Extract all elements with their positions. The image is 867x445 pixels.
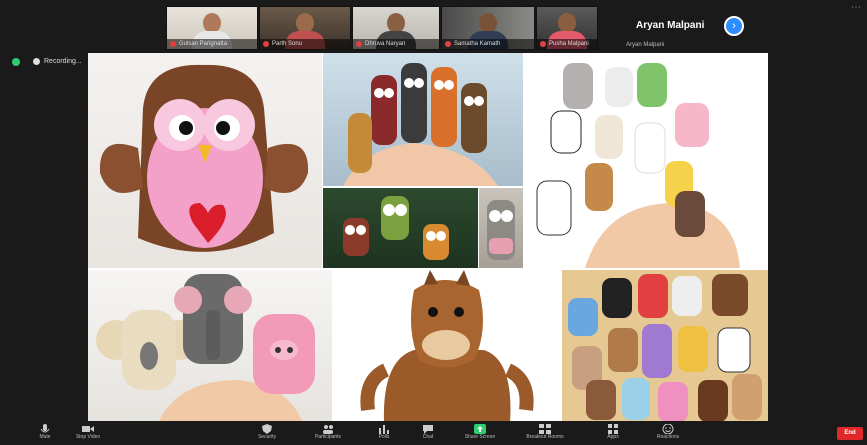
participant-name: Samatha Kamath: [442, 39, 534, 49]
participant-tile[interactable]: Pusha Malpani: [536, 6, 598, 50]
connection-status-icon: [12, 58, 20, 66]
mute-button[interactable]: Mute: [30, 424, 60, 444]
share-icon: [474, 424, 486, 434]
horse-hand-puppet-image: [334, 270, 561, 423]
participants-button[interactable]: Participants: [308, 424, 348, 444]
recording-indicator: Recording...: [33, 56, 82, 68]
participant-avatar: [296, 13, 314, 33]
participant-name: Dhruva Naryan: [353, 39, 439, 49]
gray-owl-image: [479, 188, 523, 268]
next-page-button[interactable]: ›: [724, 16, 744, 36]
camera-icon: [82, 426, 94, 432]
end-meeting-button[interactable]: End: [837, 427, 863, 440]
polls-button[interactable]: Polls: [372, 424, 396, 444]
participant-name: Gulsan Parignatta: [167, 39, 257, 49]
reactions-icon: [662, 424, 674, 434]
apps-icon: [608, 424, 618, 434]
stop-video-button[interactable]: Stop Video: [70, 424, 106, 444]
participant-name: Pusha Malpani: [537, 39, 597, 49]
chevron-right-icon: ›: [732, 20, 736, 32]
reactions-button[interactable]: Reactions: [648, 424, 688, 444]
participant-avatar: [203, 13, 221, 33]
participant-name: Parth Sonu: [260, 39, 350, 49]
apps-button[interactable]: Apps: [598, 424, 628, 444]
muted-mic-icon: [170, 41, 176, 47]
shared-screen: [88, 53, 768, 423]
recording-label: Recording...: [44, 58, 82, 65]
participant-avatar: [387, 13, 405, 33]
participant-tile[interactable]: Gulsan Parignatta: [166, 6, 258, 50]
animal-finger-puppets-image: [525, 53, 768, 268]
mic-icon: [40, 424, 50, 433]
meeting-toolbar: Mute Stop Video Security Participants Po…: [0, 421, 867, 445]
participant-tile[interactable]: Samatha Kamath: [441, 6, 535, 50]
more-options-icon[interactable]: ⋯: [851, 2, 861, 13]
owl-plushie-image: [88, 53, 322, 268]
security-button[interactable]: Security: [252, 424, 282, 444]
chat-button[interactable]: Chat: [416, 424, 440, 444]
chat-icon: [423, 425, 433, 434]
polls-icon: [379, 425, 389, 434]
participant-avatar: [479, 13, 497, 33]
active-speaker-name: Aryan Malpani: [636, 20, 705, 31]
muted-mic-icon: [263, 41, 269, 47]
participant-avatar: [558, 13, 576, 33]
participants-icon: [323, 425, 333, 434]
muted-mic-icon: [540, 41, 546, 47]
breakout-icon: [539, 424, 551, 434]
owl-finger-puppets-image: [323, 53, 523, 186]
participant-tile[interactable]: Parth Sonu: [259, 6, 351, 50]
breakout-rooms-button[interactable]: Breakout Rooms: [520, 424, 570, 444]
share-screen-button[interactable]: Share Screen: [458, 424, 502, 444]
owl-ornaments-image: [323, 188, 478, 268]
active-speaker-caption: Aryan Malpani: [626, 42, 665, 48]
record-icon: [33, 57, 40, 65]
assorted-finger-puppets-image: [562, 270, 768, 423]
shield-icon: [262, 424, 272, 434]
participant-strip: Gulsan Parignatta Parth Sonu Dhruva Nary…: [0, 0, 867, 52]
koala-elephant-pig-puppets-image: [88, 270, 332, 423]
muted-mic-icon: [356, 41, 362, 47]
participant-tile[interactable]: Dhruva Naryan: [352, 6, 440, 50]
muted-mic-icon: [445, 41, 451, 47]
